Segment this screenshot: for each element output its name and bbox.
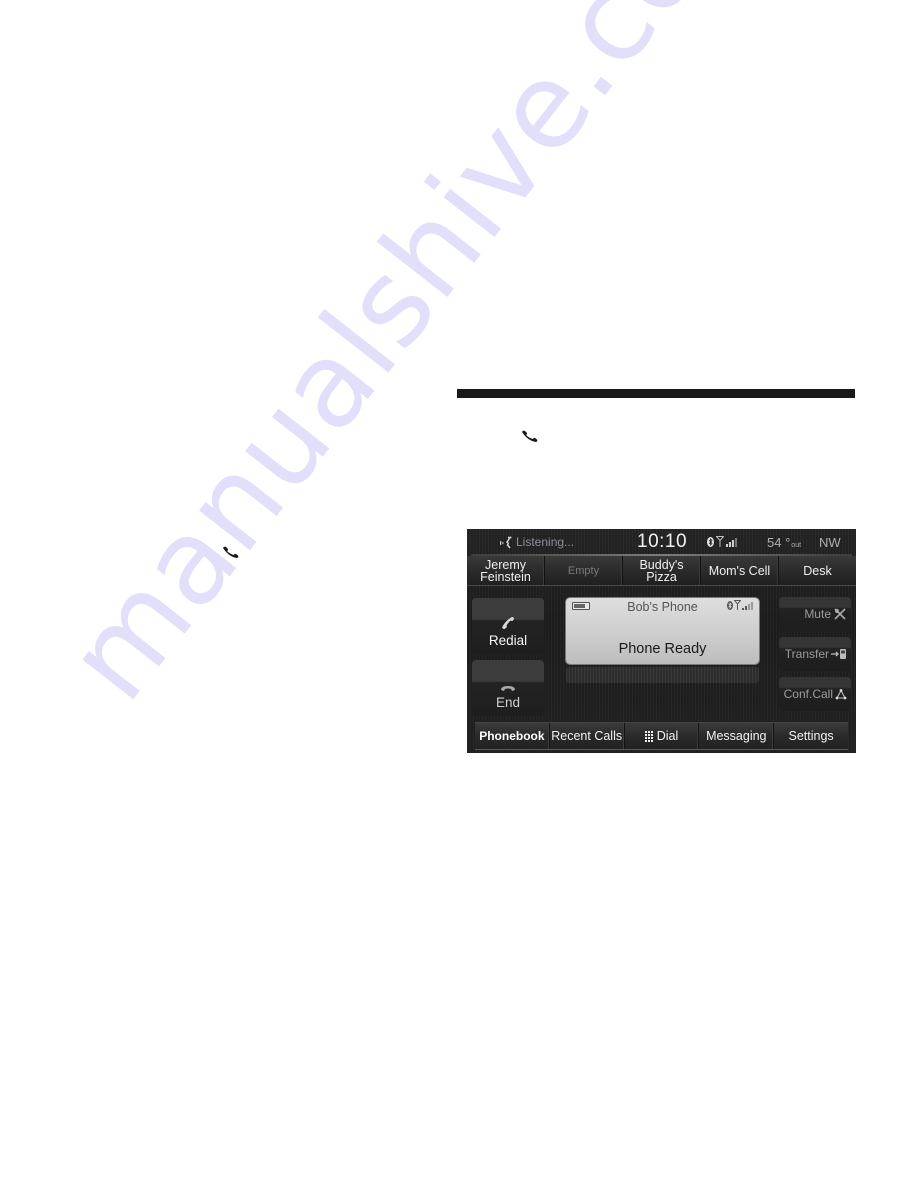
nav-messaging[interactable]: Messaging (699, 723, 775, 749)
phone-status-text: Phone Ready (618, 641, 707, 657)
temperature-unit: ° (785, 535, 791, 550)
conference-call-icon (835, 688, 847, 699)
favorite-jeremy-feinstein[interactable]: Jeremy Feinstein (467, 556, 545, 585)
transfer-label: Transfer (784, 647, 829, 661)
bottom-nav: Phonebook Recent Calls Dial Messaging Se… (475, 722, 848, 750)
conference-call-button[interactable]: Conf.Call (779, 677, 851, 711)
nav-label: Recent Calls (551, 729, 623, 743)
favorite-label: Jeremy (485, 557, 526, 572)
favorite-label: Feinstein (480, 569, 531, 584)
nav-label: Settings (788, 729, 834, 743)
nav-label: Dial (656, 729, 679, 743)
favorite-buddys-pizza[interactable]: Buddy's Pizza (623, 556, 701, 585)
transfer-to-phone-icon (831, 649, 846, 659)
favorite-label: Buddy's (639, 557, 684, 572)
favorite-moms-cell[interactable]: Mom's Cell (701, 556, 779, 585)
connectivity-indicators (707, 536, 737, 547)
antenna-icon (734, 600, 741, 610)
outside-temperature: 54 °out (767, 535, 801, 550)
phone-handset-icon (502, 617, 514, 629)
listening-label: Listening... (516, 535, 575, 549)
bluetooth-icon (727, 601, 733, 610)
phone-handset-icon (223, 546, 239, 558)
temperature-value: 54 (767, 535, 782, 550)
favorite-label: Empty (567, 564, 600, 577)
mute-button[interactable]: Mute (779, 597, 851, 631)
nav-label: Messaging (706, 729, 767, 743)
redial-button[interactable]: Redial (472, 598, 544, 654)
favorite-label: Mom's Cell (708, 563, 771, 578)
favorite-label: Pizza (646, 569, 677, 584)
bluetooth-icon (707, 537, 714, 547)
nav-phonebook[interactable]: Phonebook (475, 723, 550, 749)
uconnect-phone-screen: Listening... 10:10 54 °out NW Jeremy Fei… (467, 529, 856, 753)
end-call-button[interactable]: End (472, 660, 544, 716)
conference-label: Conf.Call (783, 687, 833, 701)
hang-up-icon (501, 686, 515, 691)
section-rule (457, 389, 855, 398)
favorite-empty[interactable]: Empty (545, 556, 623, 585)
favorite-label: Desk (803, 563, 832, 578)
voice-status: Listening... (499, 535, 574, 549)
nav-recent-calls[interactable]: Recent Calls (550, 723, 625, 749)
voice-command-icon (500, 535, 512, 548)
status-bar: Listening... 10:10 54 °out NW (467, 529, 856, 556)
mute-mic-icon (834, 608, 846, 620)
phone-handset-icon (522, 430, 538, 442)
favorite-desk[interactable]: Desk (779, 556, 856, 585)
phone-status-panel: Bob's Phone Phone Ready (566, 598, 759, 664)
compass-heading: NW (819, 535, 841, 550)
info-strip (566, 667, 759, 683)
nav-settings[interactable]: Settings (774, 723, 848, 749)
redial-label: Redial (488, 633, 528, 648)
favorites-row: Jeremy Feinstein Empty Buddy's Pizza Mom's… (467, 556, 856, 586)
mute-label: Mute (804, 607, 831, 621)
nav-dial[interactable]: Dial (625, 723, 700, 749)
antenna-icon (716, 536, 724, 547)
transfer-button[interactable]: Transfer (779, 637, 851, 671)
temperature-suffix: out (791, 542, 802, 549)
signal-strength-icon (726, 538, 737, 547)
clock: 10:10 (637, 531, 688, 552)
dialpad-icon (644, 730, 653, 742)
nav-label: Phonebook (479, 729, 545, 743)
phone-signal-indicators (727, 600, 753, 610)
end-label: End (495, 695, 521, 710)
signal-strength-icon (742, 602, 753, 610)
